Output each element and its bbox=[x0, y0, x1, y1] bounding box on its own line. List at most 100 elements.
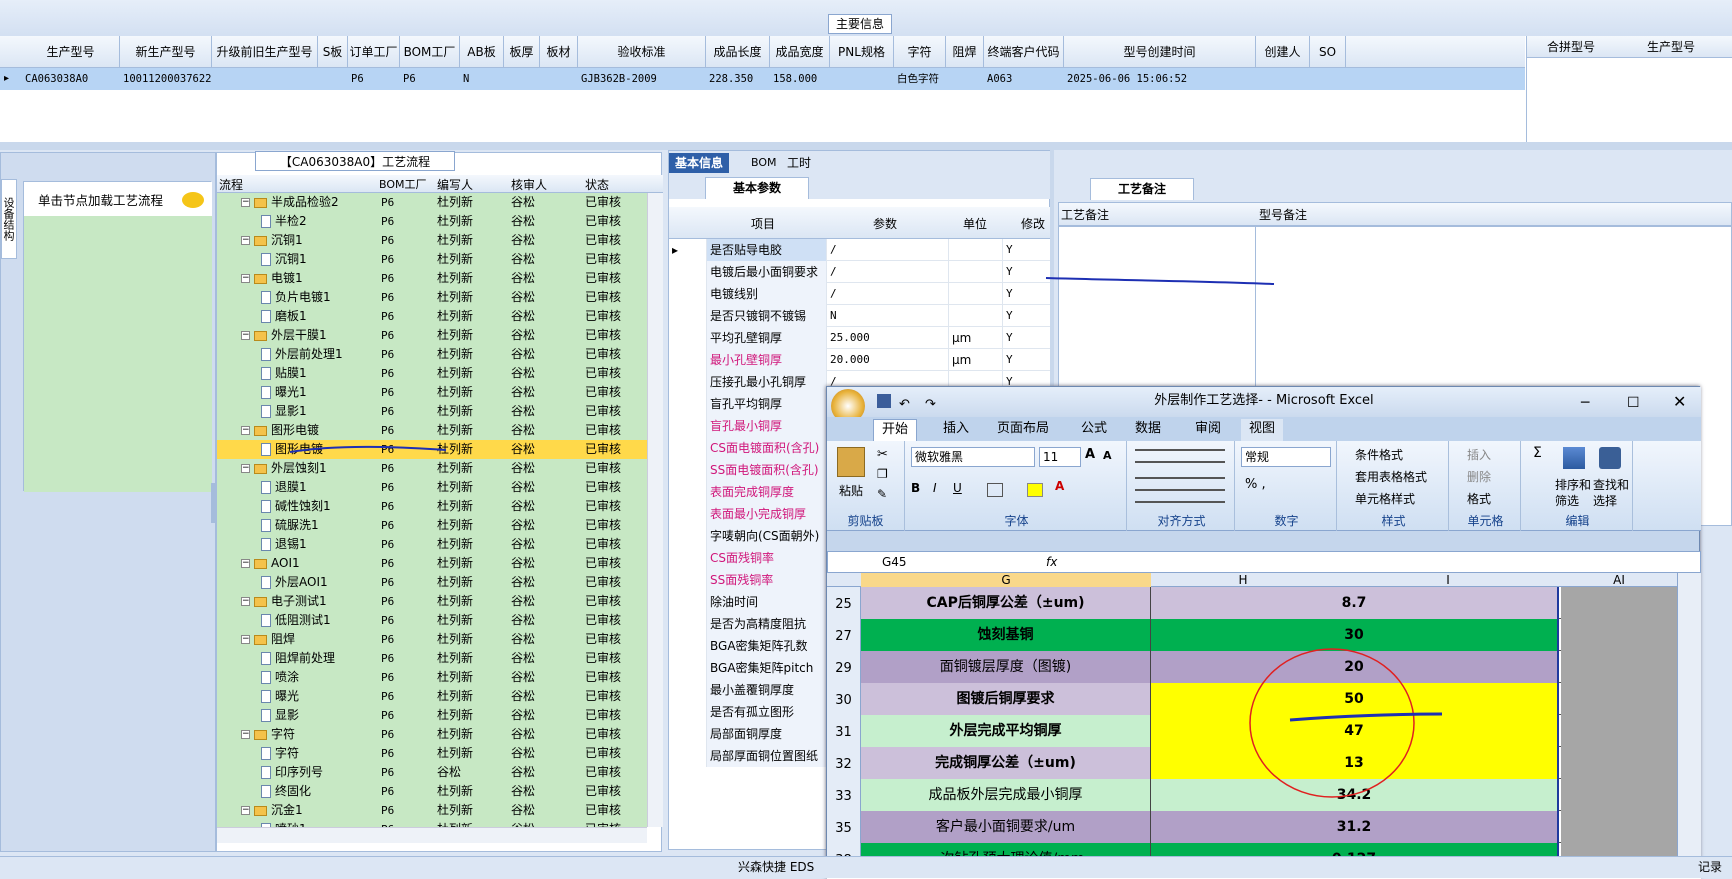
main-col-header[interactable]: 型号创建时间 bbox=[1064, 36, 1256, 68]
main-info-data-row[interactable]: ▸ CA063038A0 10011200037622 P6 P6 N GJB362B-20… bbox=[0, 68, 1525, 90]
tree-col-writer[interactable]: 编写人 bbox=[437, 176, 473, 193]
tree-node[interactable]: 半检2 bbox=[261, 212, 307, 231]
insert-cells-button[interactable]: 插入 bbox=[1467, 445, 1491, 467]
tree-row[interactable]: 曝光 P6 杜列新 谷松 已审核 bbox=[217, 687, 647, 706]
cell-label[interactable]: 客户最小面铜要求/um bbox=[861, 811, 1151, 843]
tree-node[interactable]: − 沉铜1 bbox=[241, 231, 303, 250]
tree-node[interactable]: 曝光1 bbox=[261, 383, 307, 402]
main-col-header[interactable]: 订单工厂 bbox=[348, 36, 400, 68]
main-col-header[interactable]: 升级前旧生产型号 bbox=[212, 36, 318, 68]
tab-process-notes[interactable]: 工艺备注 bbox=[1090, 178, 1194, 200]
cell-label[interactable]: 面铜镀层厚度（图镀) bbox=[861, 651, 1151, 683]
main-row-cell[interactable]: P6 bbox=[400, 68, 460, 90]
row-selector[interactable] bbox=[669, 503, 707, 525]
tree-node[interactable]: 硫脲洗1 bbox=[261, 516, 319, 535]
row-selector[interactable] bbox=[669, 437, 707, 459]
row-selector[interactable] bbox=[669, 459, 707, 481]
bold-icon[interactable]: B bbox=[911, 481, 920, 495]
row-selector[interactable] bbox=[669, 701, 707, 723]
row-number[interactable]: 27 bbox=[827, 619, 861, 651]
tree-node[interactable]: − 外层干膜1 bbox=[241, 326, 327, 345]
cell-value[interactable]: 8.7 bbox=[1151, 587, 1559, 619]
main-col-header[interactable]: PNL规格 bbox=[830, 36, 894, 68]
main-row-cell[interactable]: GJB362B-2009 bbox=[578, 68, 706, 90]
main-row-cell[interactable] bbox=[212, 68, 318, 90]
row-number[interactable]: 31 bbox=[827, 715, 861, 747]
row-selector[interactable] bbox=[669, 591, 707, 613]
tree-row[interactable]: − 电镀1 P6 杜列新 谷松 已审核 bbox=[217, 269, 647, 288]
row-number[interactable]: 33 bbox=[827, 779, 861, 811]
tree-node[interactable]: 显影 bbox=[261, 706, 299, 725]
empty-cell[interactable] bbox=[1561, 683, 1677, 715]
collapse-icon[interactable]: − bbox=[241, 274, 250, 283]
main-row-cell[interactable] bbox=[1256, 68, 1310, 90]
tab-bom[interactable]: BOM bbox=[745, 153, 783, 173]
align-top-icon[interactable] bbox=[1135, 449, 1225, 463]
main-col-header[interactable]: 验收标准 bbox=[578, 36, 706, 68]
empty-cell[interactable] bbox=[1561, 619, 1677, 651]
tree-row[interactable]: 显影 P6 杜列新 谷松 已审核 bbox=[217, 706, 647, 725]
tree-col-status[interactable]: 状态 bbox=[585, 176, 609, 193]
main-col-header[interactable]: 成品宽度 bbox=[770, 36, 830, 68]
tree-row[interactable]: 外层AOI1 P6 杜列新 谷松 已审核 bbox=[217, 573, 647, 592]
tree-node[interactable]: 终固化 bbox=[261, 782, 311, 801]
row-selector[interactable] bbox=[669, 415, 707, 437]
tree-node[interactable]: 喷砂1 bbox=[261, 820, 307, 827]
params-col-param[interactable]: 参数 bbox=[873, 215, 897, 232]
tab-basic-params[interactable]: 基本参数 bbox=[705, 177, 809, 199]
tree-row[interactable]: 曝光1 P6 杜列新 谷松 已审核 bbox=[217, 383, 647, 402]
tree-row[interactable]: 显影1 P6 杜列新 谷松 已审核 bbox=[217, 402, 647, 421]
percent-icon[interactable]: % , bbox=[1245, 477, 1266, 492]
ribbon-tab[interactable]: 插入 bbox=[935, 419, 977, 441]
tree-col-bom[interactable]: BOM工厂 bbox=[379, 176, 427, 192]
param-param[interactable]: N bbox=[827, 305, 949, 327]
cell-label[interactable]: CAP后铜厚公差（±um) bbox=[861, 587, 1151, 619]
maximize-icon[interactable]: ☐ bbox=[1627, 389, 1640, 417]
excel-vertical-scrollbar[interactable] bbox=[1677, 573, 1701, 865]
main-col-header[interactable]: 板材 bbox=[540, 36, 578, 68]
tree-node[interactable]: − 图形电镀 bbox=[241, 421, 319, 440]
tree-row[interactable]: − 图形电镀 P6 杜列新 谷松 已审核 bbox=[217, 421, 647, 440]
main-row-cell[interactable] bbox=[540, 68, 578, 90]
tree-row[interactable]: 终固化 P6 杜列新 谷松 已审核 bbox=[217, 782, 647, 801]
col-header-g[interactable]: G bbox=[861, 573, 1151, 587]
tree-node[interactable]: − 字符 bbox=[241, 725, 295, 744]
autosum-icon[interactable]: Σ bbox=[1533, 445, 1542, 461]
tree-row[interactable]: 半检2 P6 杜列新 谷松 已审核 bbox=[217, 212, 647, 231]
underline-icon[interactable]: U bbox=[953, 481, 962, 495]
row-selector[interactable] bbox=[669, 349, 707, 371]
tree-row[interactable]: 贴膜1 P6 杜列新 谷松 已审核 bbox=[217, 364, 647, 383]
tab-work-hours[interactable]: 工时 bbox=[781, 153, 817, 173]
param-param[interactable]: / bbox=[827, 239, 949, 261]
tree-row[interactable]: − 外层蚀刻1 P6 杜列新 谷松 已审核 bbox=[217, 459, 647, 478]
cell-styles-button[interactable]: 单元格样式 bbox=[1355, 489, 1415, 511]
main-row-cell[interactable]: A063 bbox=[984, 68, 1064, 90]
collapse-icon[interactable]: − bbox=[241, 426, 250, 435]
tree-node[interactable]: − 外层蚀刻1 bbox=[241, 459, 327, 478]
tree-row[interactable]: − 外层干膜1 P6 杜列新 谷松 已审核 bbox=[217, 326, 647, 345]
main-col-header[interactable]: 新生产型号 bbox=[120, 36, 212, 68]
cell-label[interactable]: 蚀刻基铜 bbox=[861, 619, 1151, 651]
tree-row[interactable]: 外层前处理1 P6 杜列新 谷松 已审核 bbox=[217, 345, 647, 364]
empty-cell[interactable] bbox=[1561, 651, 1677, 683]
minimize-icon[interactable]: ─ bbox=[1581, 389, 1589, 417]
sort-filter-button[interactable]: 排序和筛选 bbox=[1555, 477, 1591, 508]
main-row-cell[interactable]: 228.350 bbox=[706, 68, 770, 90]
tree-row[interactable]: − 电子测试1 P6 杜列新 谷松 已审核 bbox=[217, 592, 647, 611]
tree-row[interactable]: − 阻焊 P6 杜列新 谷松 已审核 bbox=[217, 630, 647, 649]
main-row-cell[interactable]: N bbox=[460, 68, 504, 90]
tree-node[interactable]: 磨板1 bbox=[261, 307, 307, 326]
row-selector[interactable] bbox=[669, 371, 707, 393]
row-number[interactable]: 30 bbox=[827, 683, 861, 715]
tree-node[interactable]: − 阻焊 bbox=[241, 630, 295, 649]
tree-row[interactable]: − 字符 P6 杜列新 谷松 已审核 bbox=[217, 725, 647, 744]
paste-icon[interactable] bbox=[837, 447, 865, 477]
row-selector[interactable] bbox=[669, 723, 707, 745]
main-row-cell[interactable]: 158.000 bbox=[770, 68, 830, 90]
row-selector[interactable] bbox=[669, 327, 707, 349]
tree-row[interactable]: 退膜1 P6 杜列新 谷松 已审核 bbox=[217, 478, 647, 497]
collapse-icon[interactable]: − bbox=[241, 236, 250, 245]
main-row-cell[interactable] bbox=[830, 68, 894, 90]
empty-cell[interactable] bbox=[1561, 715, 1677, 747]
ribbon-tab[interactable]: 公式 bbox=[1073, 419, 1115, 441]
